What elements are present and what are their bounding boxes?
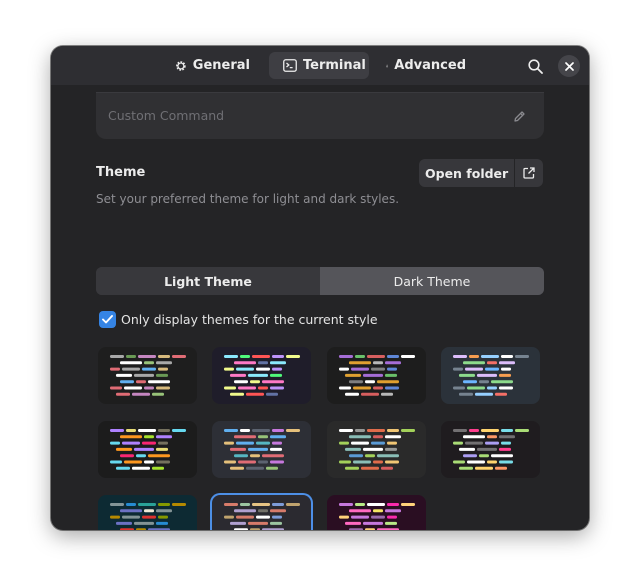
theme-title: Theme (96, 165, 146, 180)
pencil-icon (514, 111, 525, 122)
theme-card[interactable] (98, 495, 197, 530)
theme-card[interactable] (327, 421, 426, 478)
tab-terminal[interactable]: Terminal (269, 52, 369, 79)
theme-preview (453, 355, 529, 396)
theme-preview (224, 355, 300, 396)
theme-preview (110, 503, 186, 530)
theme-preview (339, 429, 415, 470)
light-theme-toggle[interactable]: Light Theme (96, 267, 320, 295)
theme-preview (339, 355, 415, 396)
theme-card[interactable] (98, 347, 197, 404)
theme-preview (110, 355, 186, 396)
tab-advanced-label: Advanced (394, 58, 466, 73)
edit-command-button[interactable] (513, 108, 526, 127)
flask-icon (386, 64, 389, 67)
search-button[interactable] (524, 55, 546, 77)
theme-card[interactable] (441, 347, 540, 404)
theme-preview (110, 429, 186, 470)
close-button[interactable] (558, 55, 580, 77)
tab-general-label: General (192, 58, 250, 73)
open-folder-button[interactable]: Open folder (419, 159, 543, 187)
preferences-window: General Terminal Advanced Custom Command… (51, 46, 589, 530)
theme-style-switcher: Light Theme Dark Theme (96, 267, 544, 295)
checkmark-icon (102, 315, 113, 324)
content-area: Custom Command Theme Set your preferred … (51, 85, 589, 530)
gear-icon (176, 60, 186, 71)
custom-command-label: Custom Command (108, 108, 225, 123)
only-current-style-checkbox[interactable] (99, 311, 116, 328)
theme-card[interactable] (327, 347, 426, 404)
dark-theme-toggle[interactable]: Dark Theme (320, 267, 544, 295)
theme-preview (224, 503, 300, 530)
header-bar: General Terminal Advanced (51, 46, 589, 85)
theme-preview (339, 503, 415, 530)
tab-general[interactable]: General (175, 52, 250, 79)
theme-preview (224, 429, 300, 470)
theme-card[interactable] (212, 495, 311, 530)
theme-card[interactable] (212, 421, 311, 478)
theme-card[interactable] (441, 421, 540, 478)
theme-card[interactable] (327, 495, 426, 530)
close-icon (564, 61, 574, 71)
terminal-icon (283, 59, 297, 72)
tab-terminal-label: Terminal (303, 58, 366, 73)
open-folder-label: Open folder (419, 159, 516, 187)
theme-card[interactable] (98, 421, 197, 478)
theme-subtitle: Set your preferred theme for light and d… (96, 192, 400, 206)
open-external-button[interactable] (515, 159, 543, 187)
theme-card[interactable] (212, 347, 311, 404)
custom-command-row[interactable]: Custom Command (96, 92, 544, 139)
only-current-style-label: Only display themes for the current styl… (121, 312, 378, 327)
theme-preview (453, 429, 529, 470)
external-link-icon (523, 167, 535, 179)
tab-advanced[interactable]: Advanced (386, 52, 466, 79)
search-icon (527, 58, 543, 74)
only-current-style-option[interactable]: Only display themes for the current styl… (99, 311, 378, 328)
